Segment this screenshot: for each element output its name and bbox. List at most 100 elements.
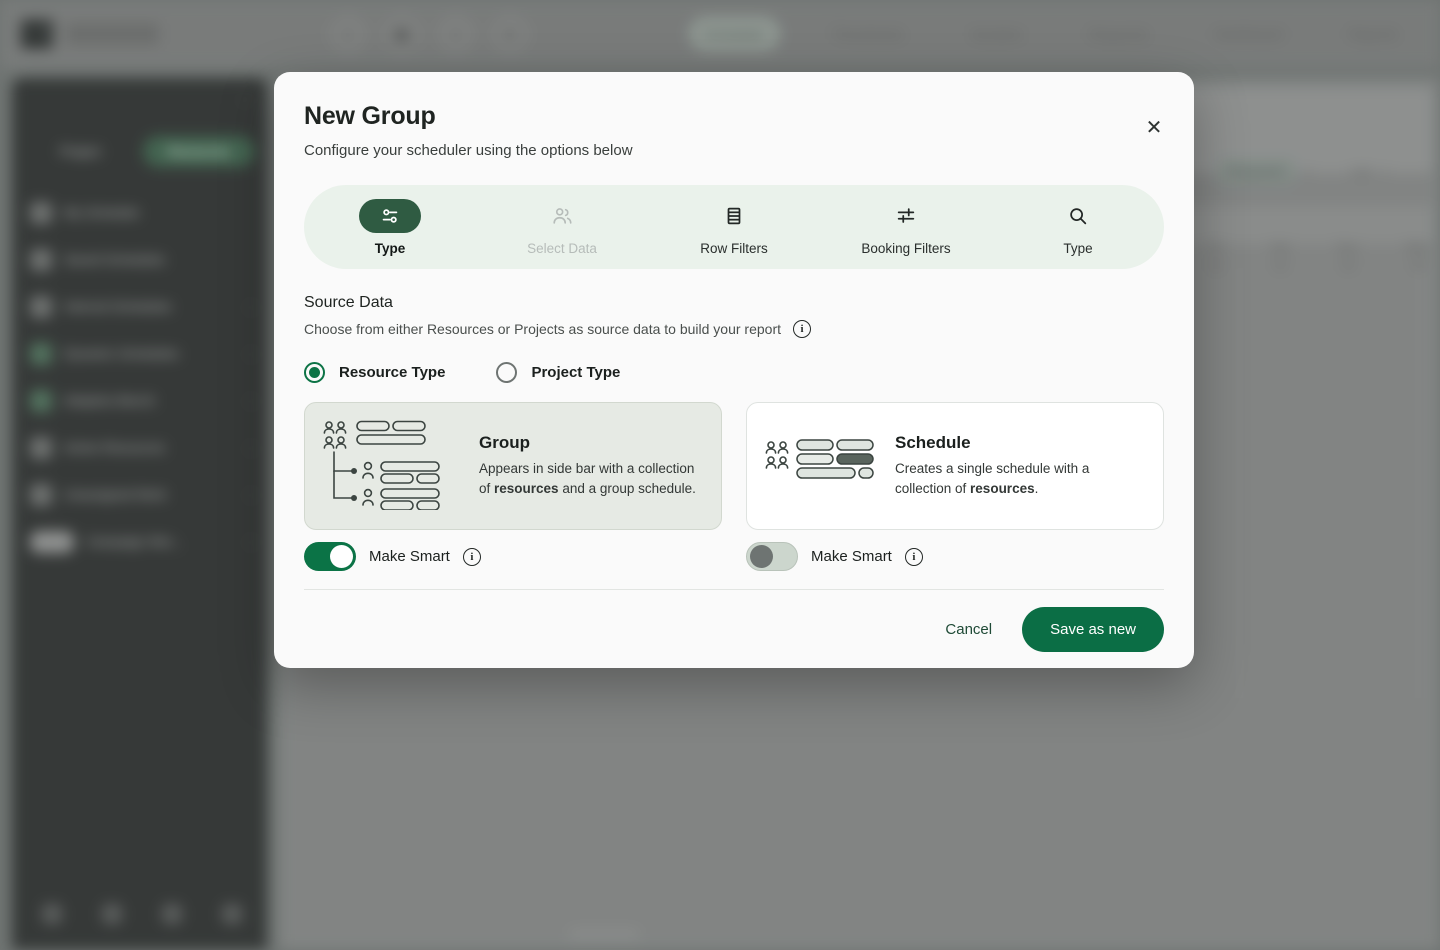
close-icon[interactable]: × <box>1304 165 1311 179</box>
radio-project-type[interactable]: Project Type <box>496 362 620 383</box>
make-smart-toggle-group[interactable] <box>304 542 356 571</box>
source-data-heading: Source Data <box>304 294 393 311</box>
radio-indicator <box>304 362 325 383</box>
radio-label: Resource Type <box>339 364 446 381</box>
logo-icon <box>20 19 54 49</box>
radio-resource-type[interactable]: Resource Type <box>304 362 445 383</box>
nav-item-vacation[interactable]: Vacation <box>956 17 1037 51</box>
filter-chip-list[interactable]: List <box>1351 164 1371 179</box>
inbox-icon[interactable] <box>42 904 62 924</box>
chevron-right-icon[interactable]: › <box>249 535 253 549</box>
type-card-schedule-option[interactable]: Schedule Creates a single schedule with … <box>746 402 1164 530</box>
chevron-right-icon[interactable]: › <box>249 488 253 502</box>
schedule-rows-illustration <box>761 435 879 498</box>
type-card-description: Appears in side bar with a collection of… <box>479 459 699 498</box>
nav-item-reports[interactable]: Reports <box>1335 17 1412 51</box>
leaf-icon <box>30 389 52 412</box>
sidebar-item-adaptive-bench[interactable]: Adaptive Bench › <box>12 377 267 424</box>
brand: Hubplanner <box>20 19 159 49</box>
add-icon[interactable]: ⬤ <box>382 15 421 53</box>
chevron-right-icon[interactable]: › <box>249 441 253 455</box>
sidebar-item-internal-schedules[interactable]: Internal Schedules › <box>12 283 267 330</box>
make-smart-toggle-row: Make Smart i Make Smart i <box>304 542 1164 571</box>
sidebar-item-label: Adaptive Bench <box>64 393 156 408</box>
filter-chip-row: Requests × List × <box>1219 160 1388 183</box>
chevron-right-icon[interactable]: › <box>249 394 253 408</box>
desc-after: and a group schedule. <box>558 481 696 496</box>
save-as-new-button[interactable]: Save as new <box>1022 606 1164 652</box>
make-smart-label: Make Smart <box>369 548 450 565</box>
nav-item-dashboard[interactable]: Dashboard <box>1200 17 1297 51</box>
sidebar-item-active-resources[interactable]: Active Resources › <box>12 424 267 471</box>
sidebar-item-label: Dynamic Schedules <box>64 346 179 361</box>
collapse-sidebar-icon[interactable]: ‹ <box>243 94 253 106</box>
group-make-smart-cell: Make Smart i <box>304 542 722 571</box>
search-icon <box>1047 199 1109 233</box>
sidebar-item-unassigned-work[interactable]: Unassigned Work › <box>12 471 267 518</box>
cancel-button[interactable]: Cancel <box>939 611 998 648</box>
top-navigation: Scheduler Timesheets Vacation Requests D… <box>688 17 1440 51</box>
info-icon[interactable]: i <box>462 547 481 566</box>
top-bar: Hubplanner ● ⬤ ● ■ Scheduler Timesheets … <box>0 0 1440 68</box>
radio-indicator <box>496 362 518 383</box>
source-data-description: Choose from either Resources or Projects… <box>304 320 1164 338</box>
type-card-description: Creates a single schedule with a collect… <box>895 459 1141 498</box>
step-type-search[interactable]: Type <box>992 199 1164 256</box>
make-smart-toggle-schedule[interactable] <box>746 542 798 571</box>
sidebar-item-my-schedule[interactable]: My Schedule <box>12 189 267 236</box>
sidebar: ‹ Project Resources My Schedule Saved Sc… <box>12 78 267 950</box>
sidebar-item-label: Internal Schedules <box>64 299 172 314</box>
step-type[interactable]: Type <box>304 198 476 256</box>
sidebar-item-saved-schedules[interactable]: Saved Schedules <box>12 236 267 283</box>
step-label: Row Filters <box>700 240 768 256</box>
help-icon[interactable] <box>222 904 242 924</box>
desc-after: . <box>1034 481 1039 496</box>
desc-bold: resources <box>970 481 1035 496</box>
apps-icon[interactable] <box>102 904 122 924</box>
type-card-title: Schedule <box>895 433 971 453</box>
step-row-filters[interactable]: Row Filters <box>648 199 820 256</box>
sidebar-item-label: Saved Schedules <box>64 252 166 267</box>
bolt-icon <box>30 342 52 365</box>
type-card-group-option[interactable]: Group Appears in side bar with a collect… <box>304 402 722 530</box>
sidebar-item-dynamic-schedules[interactable]: Dynamic Schedules › <box>12 330 267 377</box>
sidebar-item-label: Active Resources <box>64 440 166 455</box>
nav-item-scheduler[interactable]: Scheduler <box>688 17 780 51</box>
step-select-data[interactable]: Select Data <box>476 199 648 256</box>
nav-item-timesheets[interactable]: Timesheets <box>818 17 918 51</box>
source-data-radio-group: Resource Type Project Type <box>304 362 1164 383</box>
notifications-icon[interactable]: ● <box>436 15 475 53</box>
make-smart-label: Make Smart <box>811 548 892 565</box>
radio-label: Project Type <box>531 364 621 381</box>
nav-item-requests[interactable]: Requests <box>1075 17 1162 51</box>
tune-icon <box>359 198 421 233</box>
clock-icon[interactable] <box>162 904 182 924</box>
type-card-group: Group Appears in side bar with a collect… <box>304 402 1164 530</box>
sidebar-tab-resources[interactable]: Resources <box>142 136 255 167</box>
dialog-footer: Cancel Save as new <box>304 589 1164 668</box>
schedule-grid <box>1239 268 1419 698</box>
day-column-header: Fri 11 <box>1209 240 1223 272</box>
close-icon[interactable]: × <box>1381 165 1388 179</box>
info-icon[interactable]: i <box>793 320 812 338</box>
sidebar-segmented-control: Project Resources <box>24 136 255 167</box>
toggle-knob <box>330 545 353 568</box>
info-icon[interactable]: i <box>904 547 923 566</box>
close-icon[interactable]: ✕ <box>1138 112 1170 144</box>
step-label: Booking Filters <box>861 240 951 256</box>
help-icon[interactable]: ■ <box>490 15 529 53</box>
search-icon[interactable]: ● <box>328 15 367 53</box>
desc-bold: resources <box>494 481 559 496</box>
step-booking-filters[interactable]: Booking Filters <box>820 199 992 256</box>
sidebar-item-campaign-work[interactable]: Campaign Wor... › <box>12 518 267 565</box>
step-label: Type <box>1063 240 1093 256</box>
square-icon <box>30 201 52 224</box>
chevron-right-icon[interactable]: › <box>249 300 253 314</box>
chevron-right-icon[interactable]: › <box>249 347 253 361</box>
type-card-text: Group Appears in side bar with a collect… <box>479 433 699 498</box>
tag-icon <box>30 530 74 553</box>
dialog-title: New Group <box>304 102 436 130</box>
filter-chip-requests[interactable]: Requests <box>1219 160 1294 183</box>
sidebar-tab-project[interactable]: Project <box>24 136 137 167</box>
step-label: Type <box>374 240 406 256</box>
